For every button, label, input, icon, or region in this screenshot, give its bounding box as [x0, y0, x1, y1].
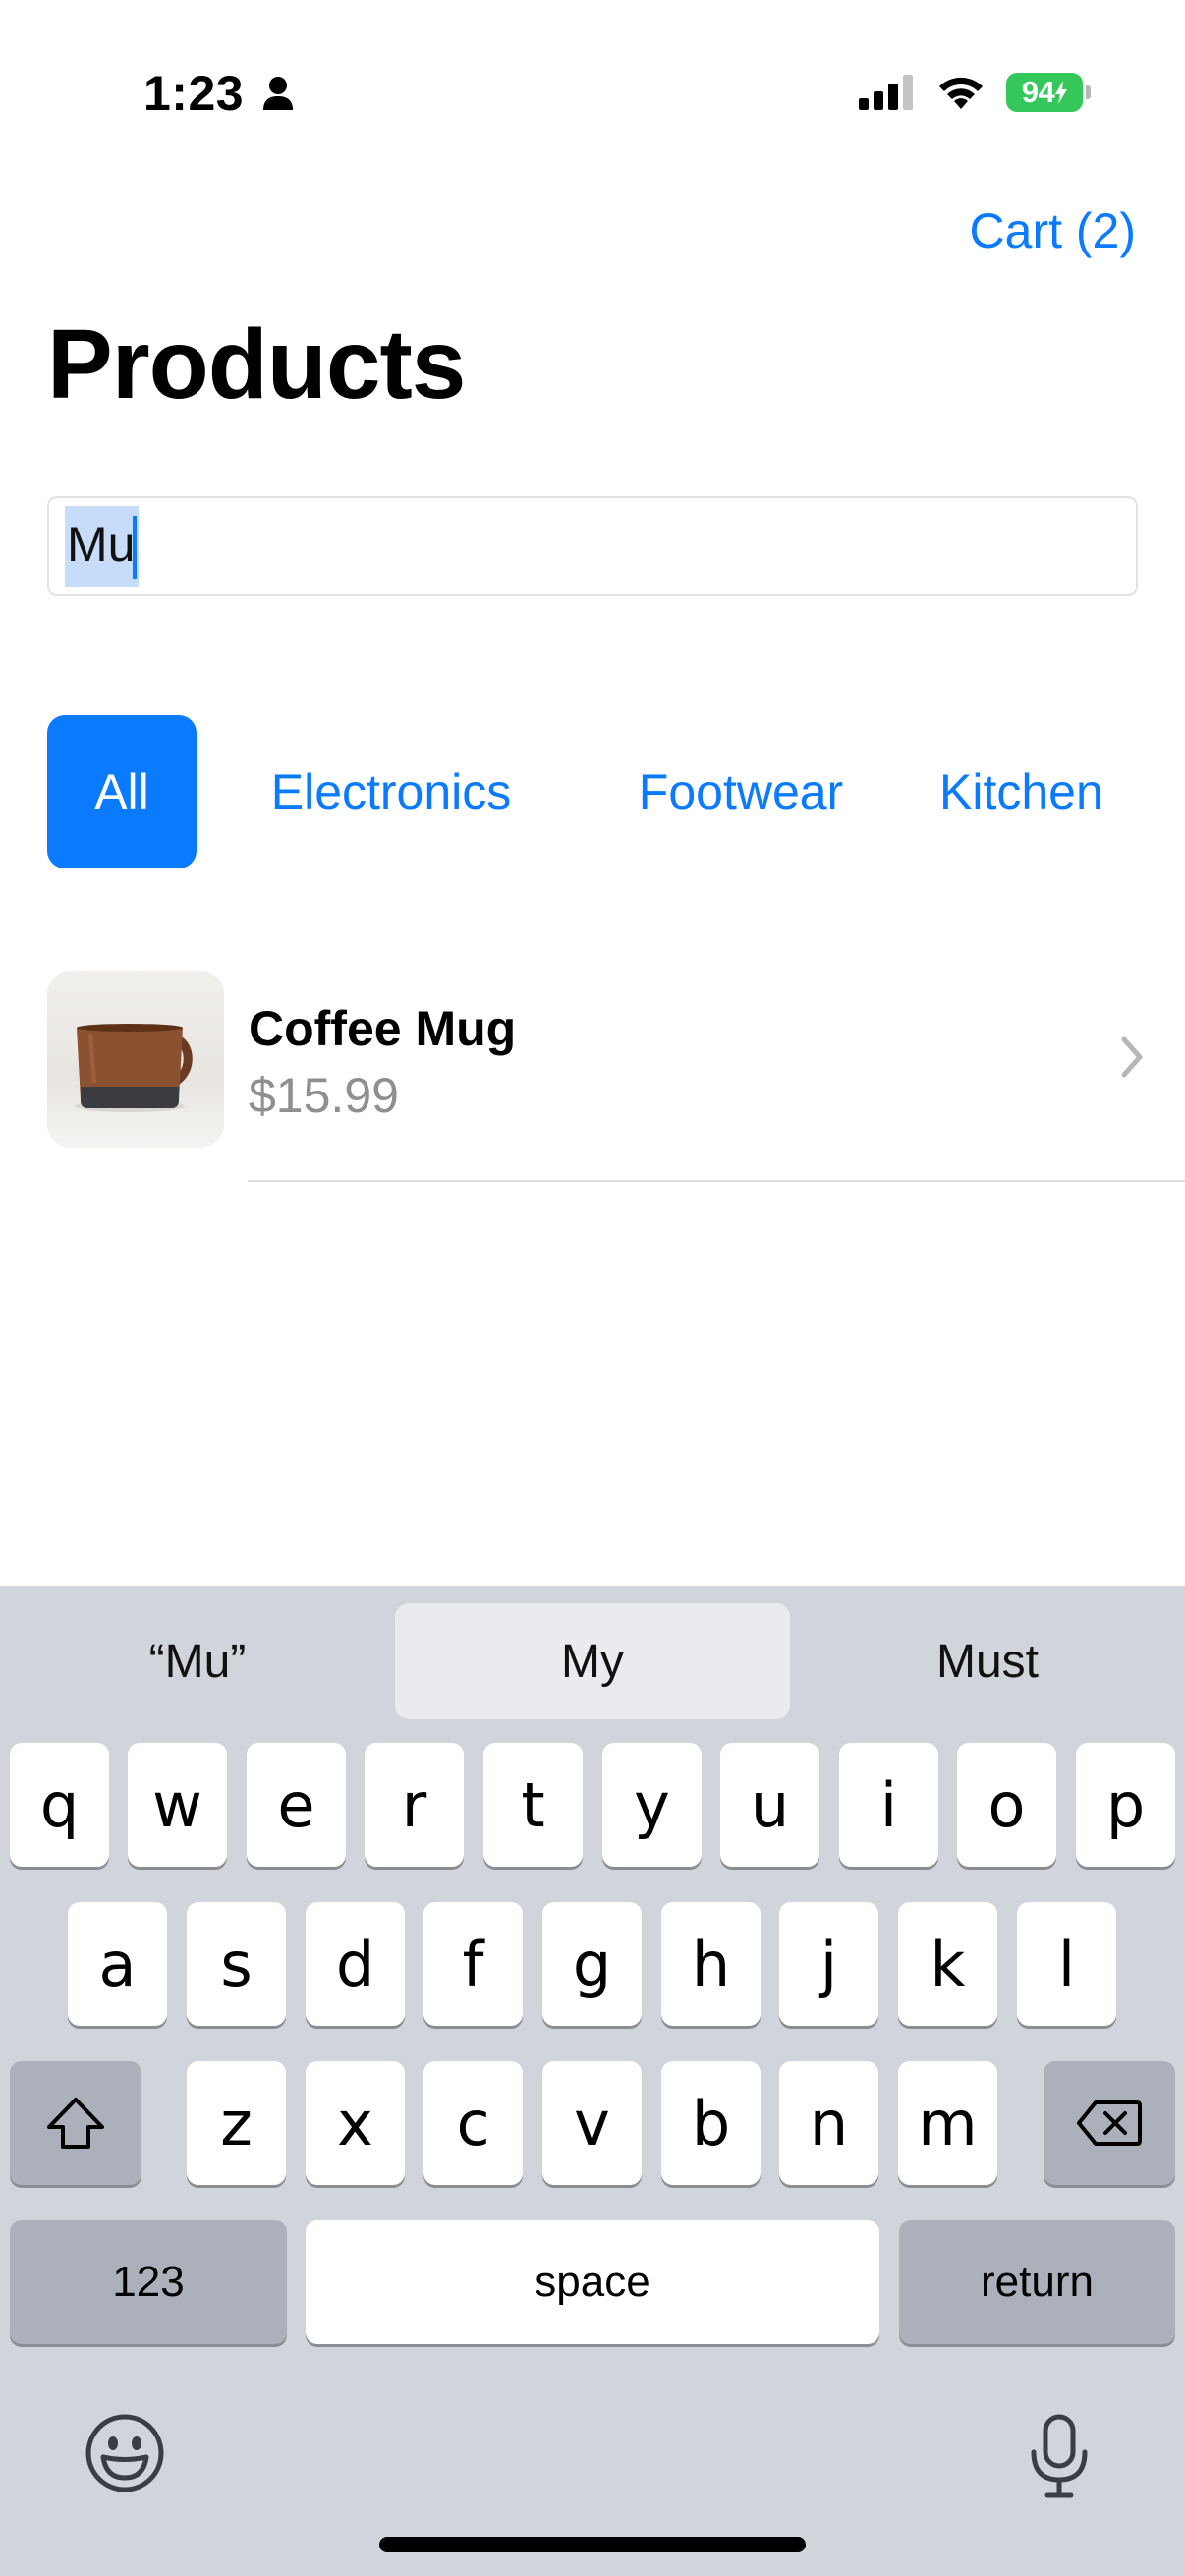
- key-q[interactable]: q: [10, 1743, 109, 1867]
- screen: 1:23 94 Cart (2) Products Mu All Electro…: [0, 0, 1185, 2576]
- battery-indicator: 94: [1006, 73, 1091, 112]
- keyboard: “Mu” My Must q w e r t y u i o p a s d f…: [0, 1586, 1185, 2576]
- key-g[interactable]: g: [542, 1902, 642, 2026]
- keyboard-suggestions: “Mu” My Must: [0, 1603, 1185, 1719]
- cellular-signal-icon: [859, 75, 913, 110]
- key-u[interactable]: u: [720, 1743, 819, 1867]
- status-time: 1:23: [143, 65, 295, 122]
- home-indicator[interactable]: [379, 2537, 806, 2552]
- cart-button[interactable]: Cart (2): [970, 202, 1136, 259]
- shift-key[interactable]: [10, 2061, 141, 2185]
- text-cursor: [133, 516, 138, 580]
- product-name: Coffee Mug: [249, 1001, 517, 1056]
- tab-footwear[interactable]: Footwear: [615, 715, 867, 868]
- key-p[interactable]: p: [1076, 1743, 1175, 1867]
- emoji-icon[interactable]: [85, 2413, 165, 2493]
- key-b[interactable]: b: [661, 2061, 761, 2185]
- search-input-value: Mu: [65, 505, 140, 588]
- key-o[interactable]: o: [957, 1743, 1056, 1867]
- key-f[interactable]: f: [423, 1902, 523, 2026]
- key-k[interactable]: k: [898, 1902, 997, 2026]
- key-t[interactable]: t: [483, 1743, 583, 1867]
- product-price: $15.99: [249, 1068, 399, 1123]
- key-n[interactable]: n: [779, 2061, 878, 2185]
- key-w[interactable]: w: [128, 1743, 227, 1867]
- search-selected-text: Mu: [67, 516, 136, 572]
- tab-kitchen[interactable]: Kitchen: [939, 715, 1185, 868]
- key-v[interactable]: v: [542, 2061, 642, 2185]
- key-y[interactable]: y: [602, 1743, 702, 1867]
- key-r[interactable]: r: [365, 1743, 464, 1867]
- key-a[interactable]: a: [68, 1902, 167, 2026]
- tab-electronics[interactable]: Electronics: [242, 715, 540, 868]
- key-h[interactable]: h: [661, 1902, 761, 2026]
- backspace-icon: [1077, 2100, 1142, 2146]
- row-divider: [248, 1180, 1185, 1182]
- category-tabs: All Electronics Footwear Kitchen: [47, 715, 1185, 868]
- shift-icon: [47, 2098, 104, 2149]
- key-e[interactable]: e: [247, 1743, 346, 1867]
- battery-level: 94: [1021, 75, 1055, 109]
- return-key[interactable]: return: [899, 2220, 1175, 2344]
- search-input[interactable]: Mu: [47, 496, 1138, 596]
- key-m[interactable]: m: [898, 2061, 997, 2185]
- suggestion-literal[interactable]: “Mu”: [0, 1603, 395, 1719]
- person-icon: [263, 77, 294, 110]
- key-z[interactable]: z: [187, 2061, 286, 2185]
- key-d[interactable]: d: [306, 1902, 405, 2026]
- key-j[interactable]: j: [779, 1902, 878, 2026]
- delete-key[interactable]: [1044, 2061, 1175, 2185]
- suggestion-must[interactable]: Must: [790, 1603, 1185, 1719]
- wifi-icon: [939, 77, 983, 109]
- status-time-text: 1:23: [143, 66, 245, 121]
- key-i[interactable]: i: [839, 1743, 938, 1867]
- key-s[interactable]: s: [187, 1902, 286, 2026]
- suggestion-my[interactable]: My: [395, 1603, 790, 1719]
- product-row[interactable]: Coffee Mug $15.99: [0, 971, 1185, 1182]
- space-key[interactable]: space: [306, 2220, 879, 2344]
- key-x[interactable]: x: [306, 2061, 405, 2185]
- key-c[interactable]: c: [423, 2061, 523, 2185]
- charging-bolt-icon: [1055, 81, 1068, 104]
- tab-all[interactable]: All: [47, 715, 197, 868]
- coffee-mug-image: [47, 971, 224, 1148]
- microphone-icon[interactable]: [1028, 2413, 1091, 2499]
- page-title: Products: [47, 309, 466, 420]
- numbers-key[interactable]: 123: [10, 2220, 287, 2344]
- status-indicators: 94: [859, 73, 1091, 112]
- key-l[interactable]: l: [1017, 1902, 1116, 2026]
- chevron-right-icon: [1121, 1036, 1143, 1078]
